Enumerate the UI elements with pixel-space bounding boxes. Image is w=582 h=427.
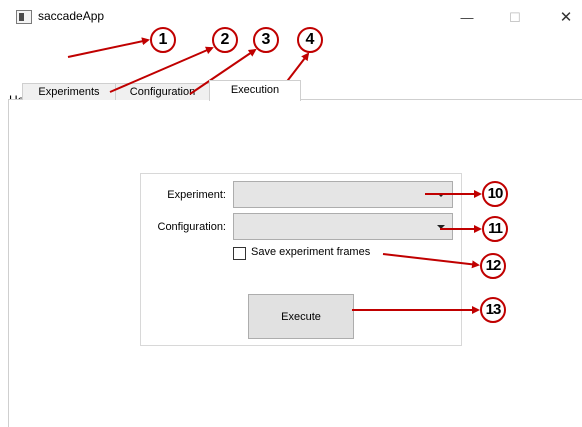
callout-4: 4 [297, 27, 323, 53]
app-window: saccadeApp — ☐ ✕ Help Experiments Config… [0, 0, 582, 427]
callout-12: 12 [480, 253, 506, 279]
configuration-label: Configuration: [157, 221, 227, 233]
menu-bar: Help [0, 42, 582, 107]
save-frames-label[interactable]: Save experiment frames [251, 246, 370, 258]
callout-11: 11 [482, 216, 508, 242]
configuration-select[interactable] [233, 213, 453, 240]
tab-experiments[interactable]: Experiments [22, 83, 116, 100]
callout-13: 13 [480, 297, 506, 323]
window-title: saccadeApp [38, 9, 105, 23]
execute-button[interactable]: Execute [248, 294, 354, 339]
callout-2: 2 [212, 27, 238, 53]
minimize-button[interactable]: — [452, 8, 482, 28]
experiment-label: Experiment: [167, 189, 226, 201]
app-icon [16, 10, 32, 24]
chevron-down-icon [437, 193, 445, 197]
tab-execution[interactable]: Execution [209, 80, 301, 101]
callout-1: 1 [150, 27, 176, 53]
experiment-select[interactable] [233, 181, 453, 208]
title-bar[interactable]: saccadeApp — ☐ ✕ [0, 0, 582, 42]
callout-3: 3 [253, 27, 279, 53]
close-button[interactable]: ✕ [551, 8, 581, 28]
maximize-button[interactable]: ☐ [500, 8, 530, 28]
callout-10: 10 [482, 181, 508, 207]
tab-configuration[interactable]: Configuration [115, 83, 210, 100]
save-frames-checkbox[interactable] [233, 247, 246, 260]
chevron-down-icon [437, 225, 445, 229]
